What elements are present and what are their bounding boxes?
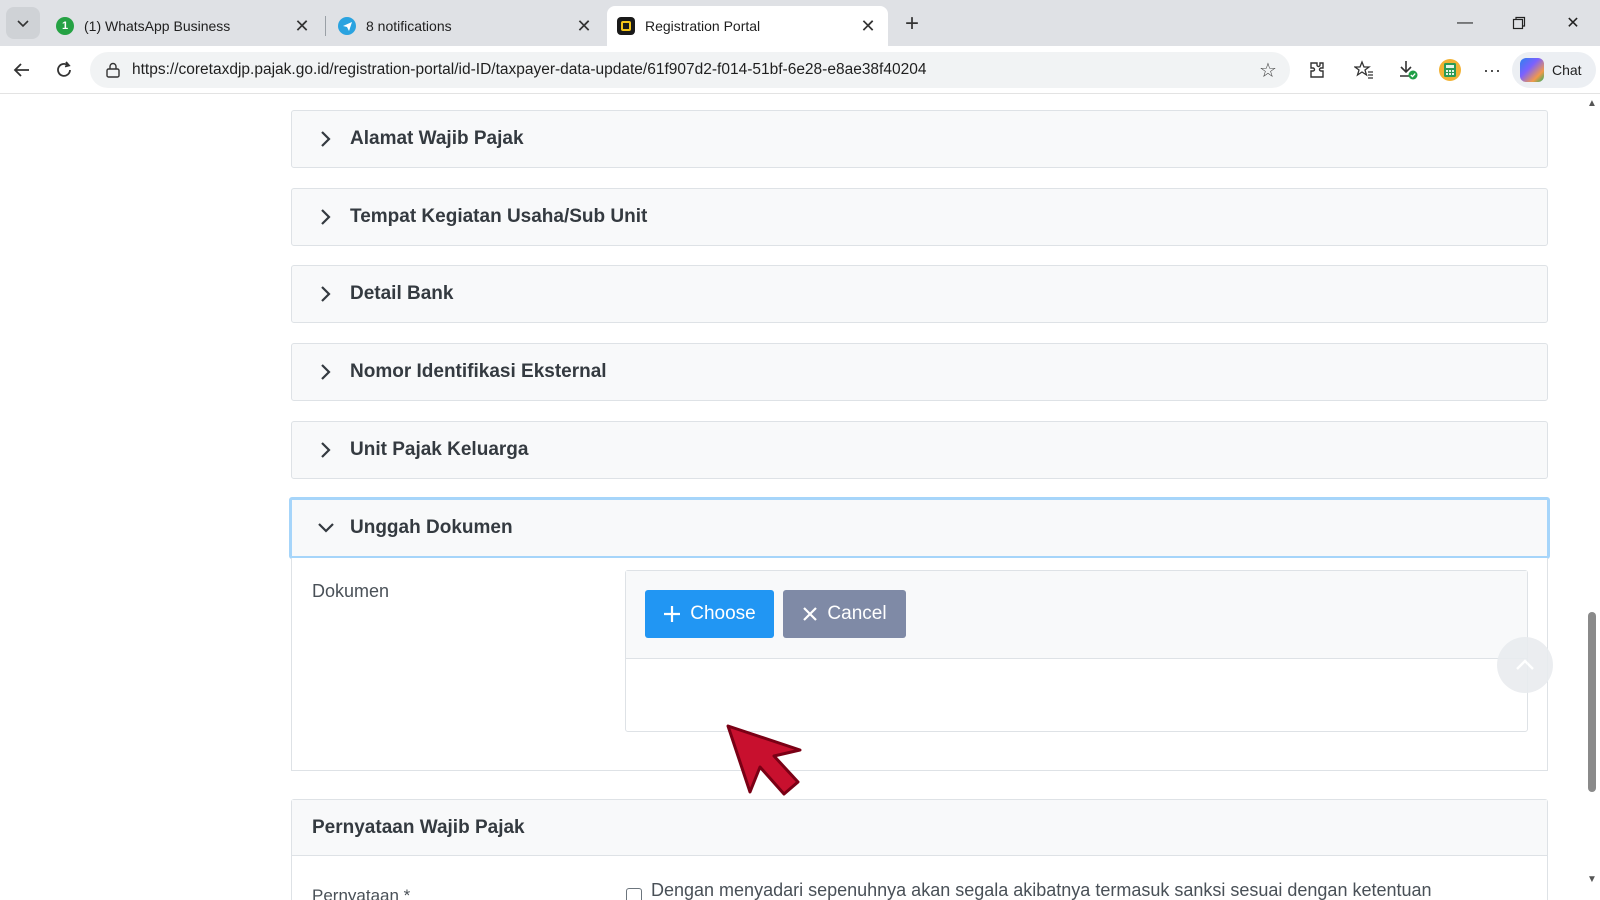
accordion-title: Alamat Wajib Pajak (350, 128, 524, 149)
close-icon[interactable]: ✕ (858, 16, 878, 36)
accordion-header-unggah-dokumen[interactable]: Unggah Dokumen (289, 497, 1550, 559)
site-info-icon[interactable] (104, 61, 122, 79)
tab-bar: 1 (1) WhatsApp Business ✕ 8 notification… (0, 0, 1600, 46)
url-field[interactable]: https://coretaxdjp.pajak.go.id/registrat… (90, 52, 1290, 88)
chevron-up-icon (1516, 659, 1534, 670)
downloads-icon[interactable] (1393, 56, 1423, 84)
accordion-header-detail-bank[interactable]: Detail Bank (291, 265, 1548, 323)
whatsapp-icon: 1 (56, 17, 74, 35)
chevron-down-icon (17, 20, 29, 28)
window-close-icon[interactable]: ✕ (1550, 6, 1596, 40)
favorite-star-icon[interactable]: ☆ (1254, 56, 1282, 84)
plus-icon (663, 605, 681, 623)
chevron-right-icon (316, 208, 336, 226)
cancel-label: Cancel (827, 603, 887, 624)
telegram-icon (338, 17, 356, 35)
favorites-icon[interactable] (1349, 56, 1379, 84)
chevron-right-icon (316, 363, 336, 381)
accordion-header-tempat-kegiatan-usaha[interactable]: Tempat Kegiatan Usaha/Sub Unit (291, 188, 1548, 246)
chevron-right-icon (316, 441, 336, 459)
accordion-header-alamat-wajib-pajak[interactable]: Alamat Wajib Pajak (291, 110, 1548, 168)
scrollbar-thumb[interactable] (1588, 612, 1596, 792)
upload-panel-content: Dokumen Choose Cancel (291, 558, 1548, 771)
close-icon[interactable]: ✕ (292, 16, 312, 36)
tab-separator (325, 16, 326, 36)
accordion-title: Detail Bank (350, 283, 454, 304)
close-icon (802, 606, 818, 622)
extensions-icon[interactable] (1302, 56, 1332, 84)
tab-title: (1) WhatsApp Business (84, 18, 231, 34)
taxpayer-statement-panel: Pernyataan Wajib Pajak Pernyataan * Deng… (291, 799, 1548, 900)
statement-checkbox[interactable] (626, 888, 642, 900)
portal-icon (617, 17, 635, 35)
tab-notifications[interactable]: 8 notifications ✕ (328, 6, 604, 46)
statement-text: Dengan menyadari sepenuhnya akan segala … (651, 880, 1432, 900)
back-arrow-icon[interactable] (6, 54, 38, 86)
accordion-title: Tempat Kegiatan Usaha/Sub Unit (350, 206, 648, 227)
calculator-extension-icon[interactable] (1435, 56, 1465, 84)
address-bar: https://coretaxdjp.pajak.go.id/registrat… (0, 46, 1600, 94)
copilot-chat-button[interactable]: Chat (1512, 52, 1596, 88)
vertical-scrollbar[interactable]: ▲ ▼ (1584, 94, 1600, 900)
chevron-right-icon (316, 130, 336, 148)
reload-icon[interactable] (48, 54, 80, 86)
file-upload-toolbar: Choose Cancel (626, 571, 1527, 659)
close-icon[interactable]: ✕ (574, 16, 594, 36)
scroll-up-icon[interactable]: ▲ (1587, 98, 1597, 109)
accordion-title: Nomor Identifikasi Eksternal (350, 361, 607, 382)
tab-list-button[interactable] (6, 7, 40, 39)
file-upload: Choose Cancel (625, 570, 1528, 732)
choose-file-button[interactable]: Choose (645, 590, 774, 638)
tab-registration-portal[interactable]: Registration Portal ✕ (607, 6, 888, 46)
url-text: https://coretaxdjp.pajak.go.id/registrat… (132, 61, 927, 78)
statement-title: Pernyataan Wajib Pajak (292, 800, 1547, 856)
tab-whatsapp[interactable]: 1 (1) WhatsApp Business ✕ (46, 6, 322, 46)
accordion-header-unit-pajak-keluarga[interactable]: Unit Pajak Keluarga (291, 421, 1548, 479)
chevron-down-icon (316, 522, 336, 534)
pointer-arrow-icon (726, 724, 802, 796)
scroll-to-top-button[interactable] (1497, 637, 1553, 693)
tab-title: 8 notifications (366, 18, 452, 34)
cancel-upload-button[interactable]: Cancel (783, 590, 906, 638)
statement-field-label: Pernyataan * (312, 886, 411, 900)
accordion-header-nomor-identifikasi-eksternal[interactable]: Nomor Identifikasi Eksternal (291, 343, 1548, 401)
more-options-icon[interactable]: ··· (1477, 56, 1507, 84)
document-label: Dokumen (312, 581, 390, 601)
chat-label: Chat (1552, 62, 1582, 78)
choose-label: Choose (690, 603, 756, 624)
accordion-title: Unggah Dokumen (350, 517, 513, 538)
scroll-down-icon[interactable]: ▼ (1587, 874, 1597, 885)
page-content: Alamat Wajib Pajak Tempat Kegiatan Usaha… (0, 94, 1600, 900)
restore-icon[interactable] (1496, 6, 1542, 40)
minimize-icon[interactable]: — (1442, 6, 1488, 40)
accordion-title: Unit Pajak Keluarga (350, 439, 529, 460)
chevron-right-icon (316, 285, 336, 303)
statement-row: Pernyataan * Dengan menyadari sepenuhnya… (292, 856, 1547, 900)
new-tab-plus-icon[interactable]: + (898, 10, 926, 38)
tab-title: Registration Portal (645, 18, 761, 34)
copilot-icon (1520, 58, 1544, 82)
